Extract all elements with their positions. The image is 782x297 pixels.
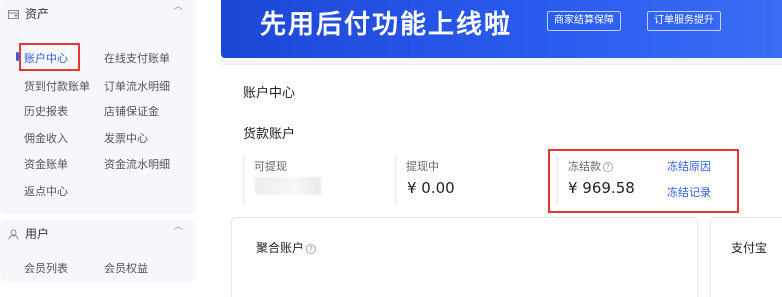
wallet-icon [8, 10, 19, 19]
banner-title: 先用后付功能上线啦 [260, 10, 513, 40]
assets-section-title: 资产 [25, 7, 50, 21]
chevron-up-icon[interactable]: ^ [171, 6, 184, 17]
sidebar-item-rebate-center[interactable]: 返点中心 [24, 183, 68, 199]
alipay-account-title: 支付宝 [731, 241, 768, 255]
sidebar-item-fund-bill[interactable]: 资金账单 [24, 156, 68, 172]
withdrawing-column: 提现中 ¥ 0.00 [395, 157, 545, 203]
banner-tag-order-service: 订单服务提升 [647, 11, 721, 31]
account-center-panel: 账户中心 货款账户 可提现 提现中 ¥ 0.00 冻结款? ¥ 969.58 冻… [221, 64, 782, 297]
highlight-box-frozen-funds [548, 149, 739, 213]
withdrawable-value-redacted [255, 177, 321, 195]
goods-account-title: 货款账户 [243, 127, 296, 142]
sidebar-item-order-flow-detail[interactable]: 订单流水明细 [104, 78, 170, 94]
withdrawing-value: ¥ 0.00 [407, 179, 455, 197]
sidebar-item-fund-flow-detail[interactable]: 资金流水明细 [104, 156, 170, 172]
sidebar-item-cod-bill[interactable]: 货到付款账单 [24, 78, 90, 94]
aggregate-account-title: 聚合账户? [256, 239, 317, 256]
aggregate-account-title-text: 聚合账户 [256, 241, 305, 255]
page-title: 账户中心 [243, 86, 296, 101]
user-icon [8, 229, 19, 240]
sidebar-item-commission-income[interactable]: 佣金收入 [24, 130, 68, 146]
highlight-box-account-center [19, 43, 80, 71]
chevron-up-icon[interactable]: ^ [171, 226, 184, 237]
assets-section: 资产 ^ 账户中心 在线支付账单 货到付款账单 订单流水明细 历史报表 店铺保证… [0, 0, 196, 214]
sidebar-item-online-payment-bill[interactable]: 在线支付账单 [104, 50, 170, 66]
withdrawing-label: 提现中 [406, 160, 439, 173]
sidebar-item-member-list[interactable]: 会员列表 [24, 260, 68, 276]
assets-section-header[interactable]: 资产 ^ [0, 0, 196, 24]
users-section-header[interactable]: 用户 ^ [0, 220, 196, 244]
sidebar-item-store-deposit[interactable]: 店铺保证金 [104, 103, 159, 119]
banner-tag-settlement: 商家结算保障 [547, 11, 621, 31]
sidebar-item-invoice-center[interactable]: 发票中心 [104, 130, 148, 146]
sidebar-item-member-benefits[interactable]: 会员权益 [104, 260, 148, 276]
aggregate-account-card: 聚合账户? [231, 217, 698, 297]
sidebar: 资产 ^ 账户中心 在线支付账单 货到付款账单 订单流水明细 历史报表 店铺保证… [0, 0, 196, 297]
users-section: 用户 ^ 会员列表 会员权益 [0, 220, 196, 282]
promo-banner[interactable]: 先用后付功能上线啦 商家结算保障 订单服务提升 [221, 0, 782, 58]
alipay-account-card: 支付宝 [710, 217, 782, 297]
sidebar-item-history-report[interactable]: 历史报表 [24, 103, 68, 119]
withdrawable-label: 可提现 [254, 160, 287, 173]
help-icon[interactable]: ? [306, 244, 317, 254]
users-section-title: 用户 [25, 227, 50, 241]
withdrawable-column: 可提现 [243, 157, 393, 203]
